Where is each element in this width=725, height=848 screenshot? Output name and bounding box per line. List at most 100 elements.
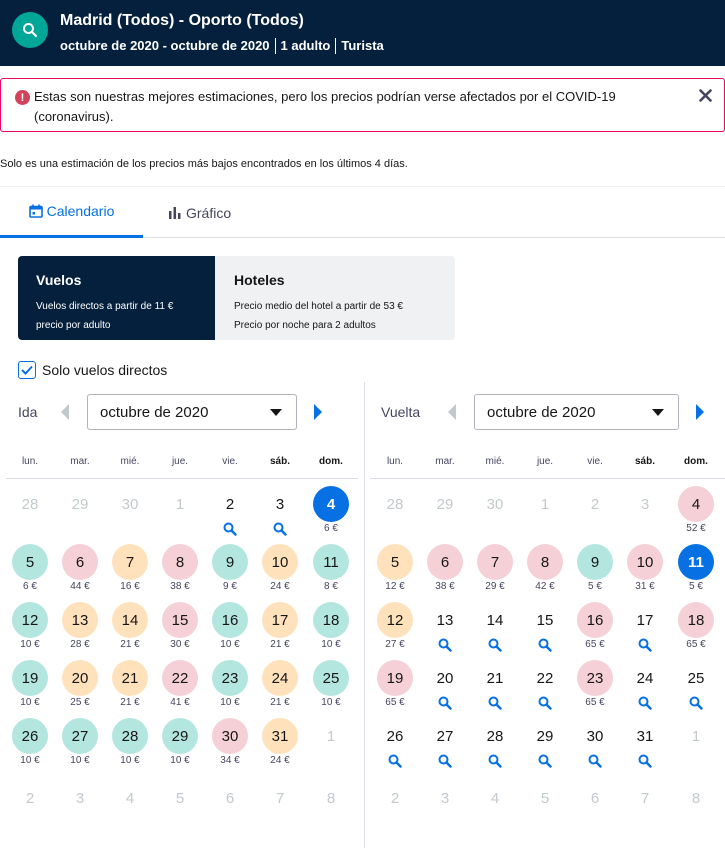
calendar-day[interactable]: 21: [470, 660, 520, 716]
search-icon[interactable]: [205, 522, 255, 536]
calendar-day[interactable]: 27: [420, 718, 470, 774]
day-number: 23: [577, 660, 613, 696]
calendar-day[interactable]: 22: [520, 660, 570, 716]
calendar-day[interactable]: 15 30 €: [155, 602, 205, 658]
calendar-day[interactable]: 16 10 €: [205, 602, 255, 658]
search-icon[interactable]: [520, 696, 570, 710]
calendar-day[interactable]: 25: [671, 660, 721, 716]
calendar-day[interactable]: 21 21 €: [105, 660, 155, 716]
calendar-day[interactable]: 7 16 €: [105, 544, 155, 600]
search-icon[interactable]: [520, 754, 570, 768]
search-icon[interactable]: [671, 696, 721, 710]
calendar-day[interactable]: 23 10 €: [205, 660, 255, 716]
tab-calendario[interactable]: Calendario: [0, 187, 143, 238]
calendar-day[interactable]: 5 12 €: [370, 544, 420, 600]
day-price: 21 €: [120, 697, 140, 708]
mode-vuelos[interactable]: Vuelos Vuelos directos a partir de 11 € …: [18, 256, 215, 340]
calendar-day[interactable]: 11 8 €: [306, 544, 356, 600]
calendar-day[interactable]: 3: [255, 486, 305, 542]
search-icon[interactable]: [570, 754, 620, 768]
calendar-day[interactable]: 95 €: [570, 544, 620, 600]
search-icon[interactable]: [620, 754, 670, 768]
search-icon[interactable]: [470, 696, 520, 710]
day-price: 10 €: [321, 697, 341, 708]
search-icon[interactable]: [420, 696, 470, 710]
calendar-day[interactable]: 24 21 €: [255, 660, 305, 716]
calendar-day[interactable]: 8 38 €: [155, 544, 205, 600]
day-price: 10 €: [20, 755, 40, 766]
calendar-day[interactable]: 11 5 €: [671, 544, 721, 600]
calendar-day[interactable]: 16 65 €: [570, 602, 620, 658]
search-icon[interactable]: [12, 12, 48, 48]
calendar-day[interactable]: 17 21 €: [255, 602, 305, 658]
calendar-day[interactable]: 26: [370, 718, 420, 774]
calendar-day[interactable]: 10 31 €: [620, 544, 670, 600]
mode-hoteles[interactable]: Hoteles Precio medio del hotel a partir …: [215, 256, 455, 340]
calendar-day[interactable]: 30 34 €: [205, 718, 255, 774]
calendar-day[interactable]: 25 10 €: [306, 660, 356, 716]
calendar-day[interactable]: 19 65 €: [370, 660, 420, 716]
chevron-left-icon[interactable]: [446, 403, 458, 421]
calendar-day[interactable]: 12 10 €: [5, 602, 55, 658]
direct-flights-checkbox[interactable]: [18, 361, 36, 379]
direct-flights-filter[interactable]: Solo vuelos directos: [18, 361, 167, 379]
calendar-day[interactable]: 12 27 €: [370, 602, 420, 658]
calendar-day[interactable]: 31 24 €: [255, 718, 305, 774]
chevron-right-icon[interactable]: [312, 403, 324, 421]
search-icon[interactable]: [420, 638, 470, 652]
search-icon[interactable]: [520, 638, 570, 652]
chevron-left-icon[interactable]: [59, 403, 71, 421]
calendar-day[interactable]: 4 52 €: [671, 486, 721, 542]
search-icon[interactable]: [420, 754, 470, 768]
search-summary-header[interactable]: Madrid (Todos) - Oporto (Todos) octubre …: [0, 0, 725, 66]
calendar-day[interactable]: 24: [620, 660, 670, 716]
calendar-day[interactable]: 27 10 €: [55, 718, 105, 774]
calendar-day[interactable]: 14 21 €: [105, 602, 155, 658]
calendar-day[interactable]: 20 25 €: [55, 660, 105, 716]
calendar-day[interactable]: 7 29 €: [470, 544, 520, 600]
close-icon[interactable]: [696, 86, 714, 104]
calendar-day[interactable]: 31: [620, 718, 670, 774]
calendar-day[interactable]: 22 41 €: [155, 660, 205, 716]
mode-detail: Vuelos directos a partir de 11 €: [36, 301, 174, 312]
calendar-day[interactable]: 30: [570, 718, 620, 774]
chevron-right-icon[interactable]: [694, 403, 706, 421]
calendar-day[interactable]: 6 44 €: [55, 544, 105, 600]
calendar-day[interactable]: 99 €: [205, 544, 255, 600]
day-price: 16 €: [120, 581, 140, 592]
calendar-day[interactable]: 13 28 €: [55, 602, 105, 658]
calendar-day[interactable]: 14: [470, 602, 520, 658]
calendar-day: 3: [420, 780, 470, 836]
calendar-day[interactable]: 29 10 €: [155, 718, 205, 774]
calendar-day[interactable]: 23 65 €: [570, 660, 620, 716]
calendar-day[interactable]: 8 42 €: [520, 544, 570, 600]
day-number: 4: [125, 789, 135, 807]
search-icon[interactable]: [470, 638, 520, 652]
calendar-day[interactable]: 28 10 €: [105, 718, 155, 774]
weekday-label: vie.: [587, 456, 603, 467]
search-icon[interactable]: [255, 522, 305, 536]
calendar-day[interactable]: 6 38 €: [420, 544, 470, 600]
search-icon[interactable]: [620, 638, 670, 652]
calendar-day[interactable]: 15: [520, 602, 570, 658]
month-select[interactable]: octubre de 2020: [87, 394, 297, 430]
day-price: 10 €: [220, 697, 240, 708]
search-icon[interactable]: [620, 696, 670, 710]
tab-grafico[interactable]: Gráfico: [168, 187, 231, 238]
calendar-day[interactable]: 17: [620, 602, 670, 658]
calendar-day[interactable]: 18 65 €: [671, 602, 721, 658]
search-icon[interactable]: [470, 754, 520, 768]
calendar-day[interactable]: 29: [520, 718, 570, 774]
calendar-day[interactable]: 28: [470, 718, 520, 774]
calendar-day[interactable]: 26 10 €: [5, 718, 55, 774]
month-select[interactable]: octubre de 2020: [474, 394, 679, 430]
calendar-day[interactable]: 13: [420, 602, 470, 658]
calendar-day[interactable]: 2: [205, 486, 255, 542]
search-icon[interactable]: [370, 754, 420, 768]
calendar-day[interactable]: 46 €: [306, 486, 356, 542]
calendar-day[interactable]: 10 24 €: [255, 544, 305, 600]
calendar-day[interactable]: 19 10 €: [5, 660, 55, 716]
calendar-day[interactable]: 20: [420, 660, 470, 716]
calendar-day[interactable]: 56 €: [5, 544, 55, 600]
calendar-day[interactable]: 18 10 €: [306, 602, 356, 658]
